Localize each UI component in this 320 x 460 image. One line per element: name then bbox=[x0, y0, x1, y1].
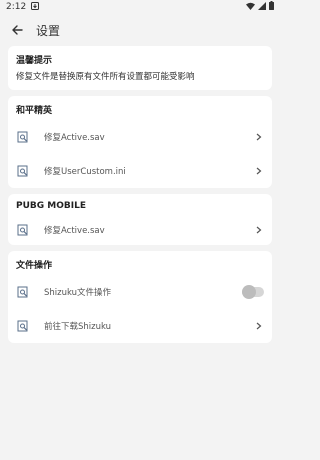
notice-title: 温馨提示 bbox=[16, 56, 53, 66]
wifi-icon bbox=[246, 2, 255, 13]
toggle-knob bbox=[242, 285, 256, 299]
status-time: 2:12 bbox=[6, 2, 27, 12]
shizuku-file-ops-row[interactable]: Shizuku文件操作 bbox=[8, 275, 272, 309]
row-label: Shizuku文件操作 bbox=[44, 288, 112, 298]
notice-card: 温馨提示 修复文件是替换原有文件所有设置都可能受影响 bbox=[8, 46, 272, 90]
arrow-back-icon[interactable] bbox=[8, 21, 26, 39]
pubg-mobile-card: PUBG MOBILE 修复Active.sav bbox=[8, 194, 272, 245]
row-label: 修复Active.sav bbox=[44, 133, 105, 143]
chevron-right-icon bbox=[254, 166, 264, 176]
file-ops-title: 文件操作 bbox=[16, 261, 53, 271]
repair-active-sav-pubg[interactable]: 修复Active.sav bbox=[8, 215, 272, 245]
file-search-icon bbox=[16, 164, 30, 178]
file-search-icon bbox=[16, 130, 30, 144]
file-search-icon bbox=[16, 319, 30, 333]
pubg-mobile-title: PUBG MOBILE bbox=[16, 201, 86, 211]
battery-icon bbox=[269, 1, 274, 13]
app-bar: 设置 bbox=[0, 14, 280, 46]
file-ops-card: 文件操作 Shizuku文件操作 前往下载Shizuku bbox=[8, 251, 272, 343]
repair-usercustom-ini[interactable]: 修复UserCustom.ini bbox=[8, 154, 272, 188]
settings-content: 温馨提示 修复文件是替换原有文件所有设置都可能受影响 和平精英 修复Active… bbox=[8, 46, 272, 349]
status-bar: 2:12 bbox=[0, 0, 280, 14]
chevron-right-icon bbox=[254, 132, 264, 142]
shizuku-toggle[interactable] bbox=[242, 285, 264, 299]
notice-text: 修复文件是替换原有文件所有设置都可能受影响 bbox=[16, 72, 195, 82]
row-label: 修复UserCustom.ini bbox=[44, 167, 126, 177]
chevron-right-icon bbox=[254, 321, 264, 331]
chevron-right-icon bbox=[254, 225, 264, 235]
signal-icon bbox=[258, 1, 266, 13]
download-shizuku-row[interactable]: 前往下载Shizuku bbox=[8, 309, 272, 343]
peace-elite-card: 和平精英 修复Active.sav 修复UserCustom.ini bbox=[8, 96, 272, 188]
peace-elite-title: 和平精英 bbox=[16, 106, 53, 116]
page-title: 设置 bbox=[36, 23, 61, 38]
row-label: 前往下载Shizuku bbox=[44, 322, 112, 332]
file-search-icon bbox=[16, 285, 30, 299]
repair-active-sav-peace-elite[interactable]: 修复Active.sav bbox=[8, 120, 272, 154]
download-icon bbox=[31, 1, 40, 13]
row-label: 修复Active.sav bbox=[44, 226, 105, 236]
file-search-icon bbox=[16, 223, 30, 237]
